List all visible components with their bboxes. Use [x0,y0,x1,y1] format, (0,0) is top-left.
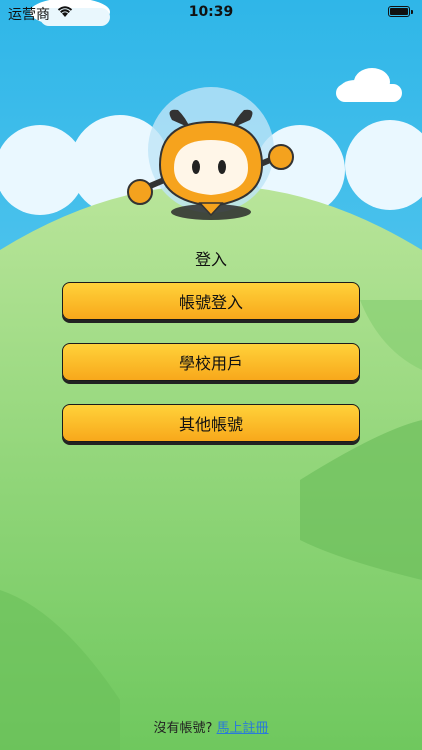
other-account-button[interactable]: 其他帳號 [62,404,360,442]
school-user-button[interactable]: 學校用戶 [62,343,360,381]
no-account-prompt: 沒有帳號? [153,721,213,736]
register-footer: 沒有帳號? 馬上註冊 [0,717,422,736]
register-link[interactable]: 馬上註冊 [217,721,269,736]
account-login-button[interactable]: 帳號登入 [62,282,360,320]
status-bar: 运营商 10:39 [0,0,422,24]
status-time: 10:39 [188,4,234,20]
battery-icon [388,6,413,17]
page-title: 登入 [194,250,227,269]
